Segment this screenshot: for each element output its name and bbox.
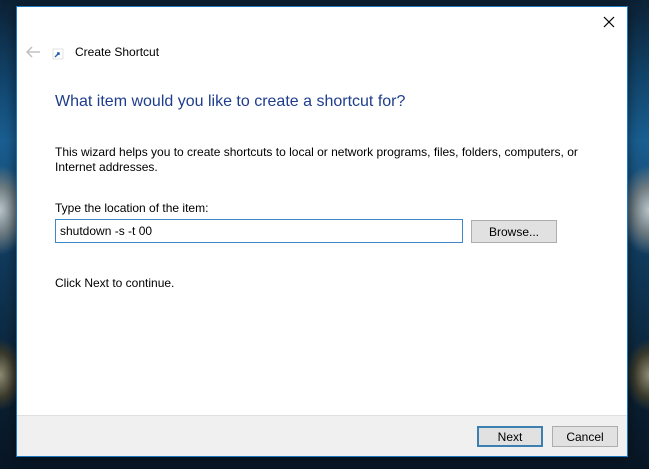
cancel-button[interactable]: Cancel [552, 426, 618, 447]
close-icon [603, 16, 615, 28]
close-button[interactable] [597, 11, 621, 33]
shortcut-icon [52, 48, 64, 60]
back-button[interactable] [25, 45, 41, 59]
location-input[interactable] [55, 219, 463, 243]
create-shortcut-dialog: Create Shortcut What item would you like… [16, 6, 628, 457]
page-heading: What item would you like to create a sho… [55, 93, 406, 110]
continue-hint: Click Next to continue. [55, 276, 175, 290]
wizard-description: This wizard helps you to create shortcut… [55, 145, 578, 174]
location-label: Type the location of the item: [55, 201, 209, 215]
window-title: Create Shortcut [75, 45, 160, 59]
next-button[interactable]: Next [477, 426, 543, 447]
browse-button[interactable]: Browse... [471, 220, 557, 243]
dialog-footer: Next Cancel [17, 415, 627, 456]
back-arrow-icon [26, 46, 40, 58]
